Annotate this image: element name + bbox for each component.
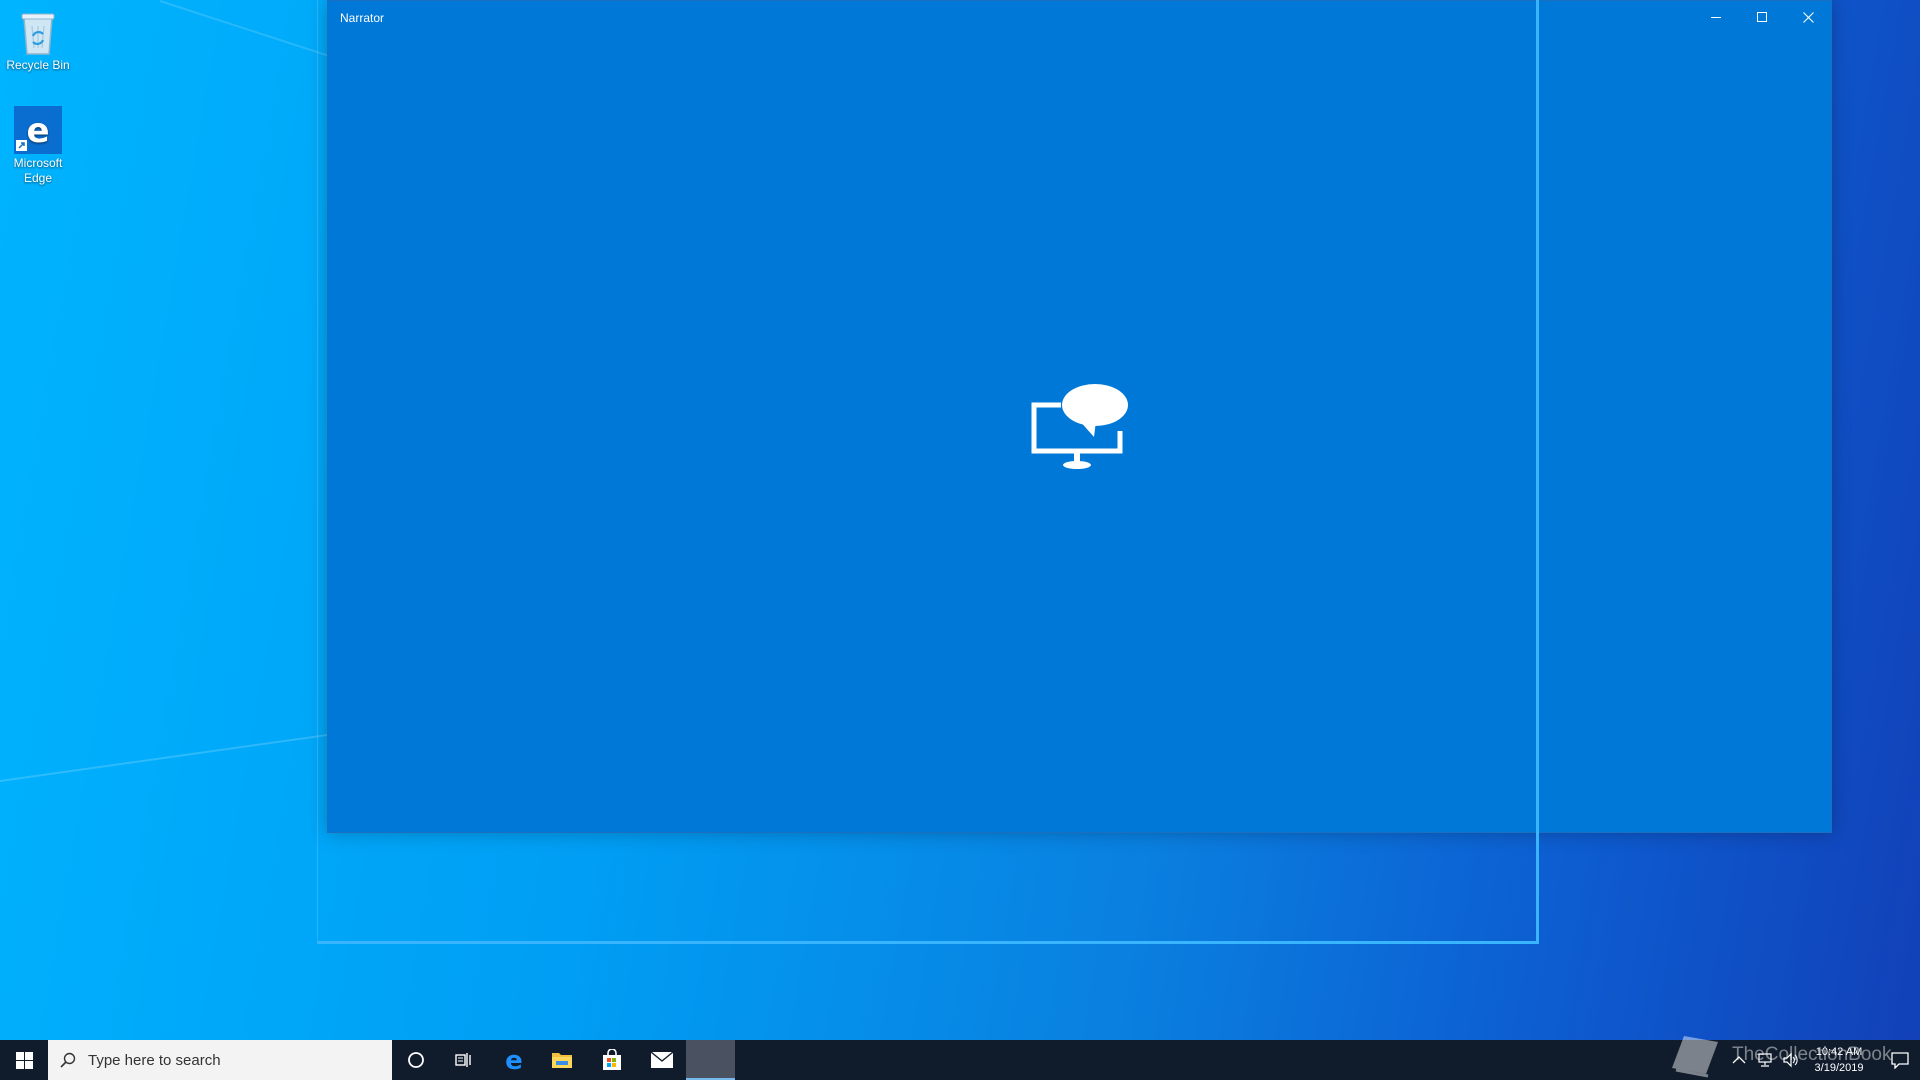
windows-logo-icon	[15, 1051, 33, 1069]
taskbar-search-box[interactable]: Type here to search	[48, 1040, 392, 1080]
store-icon	[603, 1049, 621, 1070]
window-title: Narrator	[340, 11, 385, 25]
mail-icon	[650, 1051, 674, 1068]
desktop-icon-label: Microsoft Edge	[13, 156, 63, 185]
close-button[interactable]	[1785, 1, 1831, 33]
start-button[interactable]	[0, 1040, 48, 1080]
maximize-button[interactable]	[1739, 1, 1785, 33]
task-view-button[interactable]	[440, 1040, 488, 1080]
watermark-text: TheCollectionBook	[1732, 1044, 1892, 1065]
taskbar-store-button[interactable]	[588, 1040, 636, 1080]
desktop-icon-label: Recycle Bin	[6, 58, 70, 72]
narrator-window[interactable]: Narrator	[327, 0, 1832, 833]
cortana-button[interactable]	[392, 1040, 440, 1080]
recycle-bin-icon	[21, 13, 55, 55]
desktop-icon-recycle-bin[interactable]: Recycle Bin	[4, 8, 72, 73]
minimize-icon	[1711, 17, 1721, 18]
window-titlebar[interactable]: Narrator	[328, 1, 1831, 33]
desktop-icon-microsoft-edge[interactable]: e Microsoft Edge	[4, 106, 72, 186]
svg-text:e: e	[26, 111, 49, 151]
cortana-icon	[408, 1052, 424, 1068]
notification-icon	[1891, 1051, 1909, 1069]
taskbar-file-explorer-button[interactable]	[538, 1040, 586, 1080]
taskbar: Type here to search e 10:42 AM 3/19/2019	[0, 1040, 1920, 1080]
wallpaper-light-beam	[159, 0, 351, 64]
wallpaper-light-beam	[0, 732, 337, 782]
taskbar-mail-button[interactable]	[638, 1040, 686, 1080]
search-placeholder: Type here to search	[88, 1051, 221, 1069]
maximize-icon	[1757, 12, 1767, 22]
taskbar-narrator-button[interactable]	[686, 1040, 735, 1080]
close-icon	[1802, 11, 1814, 23]
minimize-button[interactable]	[1693, 1, 1739, 33]
search-icon	[60, 1052, 76, 1068]
book-icon	[1672, 1036, 1718, 1078]
task-view-icon	[455, 1053, 471, 1067]
edge-icon: e	[14, 106, 62, 154]
edge-icon: e	[505, 1048, 523, 1072]
svg-text:e: e	[505, 1048, 523, 1072]
narrator-icon	[1031, 384, 1128, 469]
watermark: TheCollectionBook	[1670, 1032, 1891, 1078]
file-explorer-icon	[552, 1053, 572, 1068]
taskbar-edge-button[interactable]: e	[490, 1040, 538, 1080]
